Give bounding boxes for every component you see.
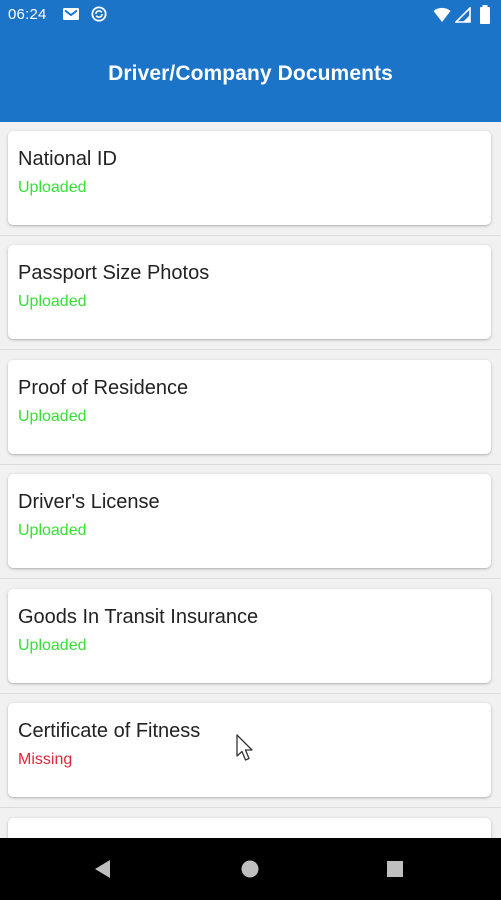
page-title: Driver/Company Documents xyxy=(108,62,393,85)
list-item: National ID Uploaded xyxy=(0,122,501,236)
document-status: Uploaded xyxy=(18,293,87,310)
document-name: National ID xyxy=(18,148,117,170)
list-item: Passport Size Photos Uploaded xyxy=(0,236,501,350)
documents-list[interactable]: National ID Uploaded Passport Size Photo… xyxy=(0,122,501,838)
document-status: Uploaded xyxy=(18,408,87,425)
battery-icon xyxy=(480,5,490,24)
document-name: Passport Size Photos xyxy=(18,262,210,284)
sync-icon xyxy=(91,6,107,22)
recents-icon[interactable] xyxy=(380,854,410,884)
document-status: Uploaded xyxy=(18,522,87,539)
status-bar: 06:24 xyxy=(0,0,501,30)
document-card-proof-of-residence[interactable]: Proof of Residence Uploaded xyxy=(8,360,491,454)
list-item: Driver's License Uploaded xyxy=(0,465,501,579)
gmail-icon xyxy=(63,8,79,20)
wifi-icon xyxy=(433,7,451,22)
back-icon[interactable] xyxy=(88,854,118,884)
document-card-passport-photos[interactable]: Passport Size Photos Uploaded xyxy=(8,245,491,339)
document-card-national-id[interactable]: National ID Uploaded xyxy=(8,131,491,225)
document-status: Uploaded xyxy=(18,637,87,654)
documents-screen: 06:24 Driver/Company Documents National … xyxy=(0,0,501,900)
status-time: 06:24 xyxy=(8,6,47,23)
document-card-partial[interactable] xyxy=(8,818,491,838)
system-nav-bar xyxy=(0,838,501,900)
list-item: Proof of Residence Uploaded xyxy=(0,351,501,465)
document-name: Goods In Transit Insurance xyxy=(18,606,259,628)
document-card-drivers-license[interactable]: Driver's License Uploaded xyxy=(8,474,491,568)
document-card-goods-in-transit-insurance[interactable]: Goods In Transit Insurance Uploaded xyxy=(8,589,491,683)
document-status: Uploaded xyxy=(18,179,87,196)
home-icon[interactable] xyxy=(235,854,265,884)
app-header: 06:24 Driver/Company Documents xyxy=(0,0,501,122)
document-status: Missing xyxy=(18,751,73,768)
signal-icon xyxy=(455,7,471,23)
document-name: Driver's License xyxy=(18,491,160,513)
document-name: Proof of Residence xyxy=(18,377,189,399)
mouse-cursor-icon xyxy=(236,734,253,761)
list-item xyxy=(0,809,501,838)
document-name: Certificate of Fitness xyxy=(18,720,201,742)
list-item: Goods In Transit Insurance Uploaded xyxy=(0,580,501,694)
